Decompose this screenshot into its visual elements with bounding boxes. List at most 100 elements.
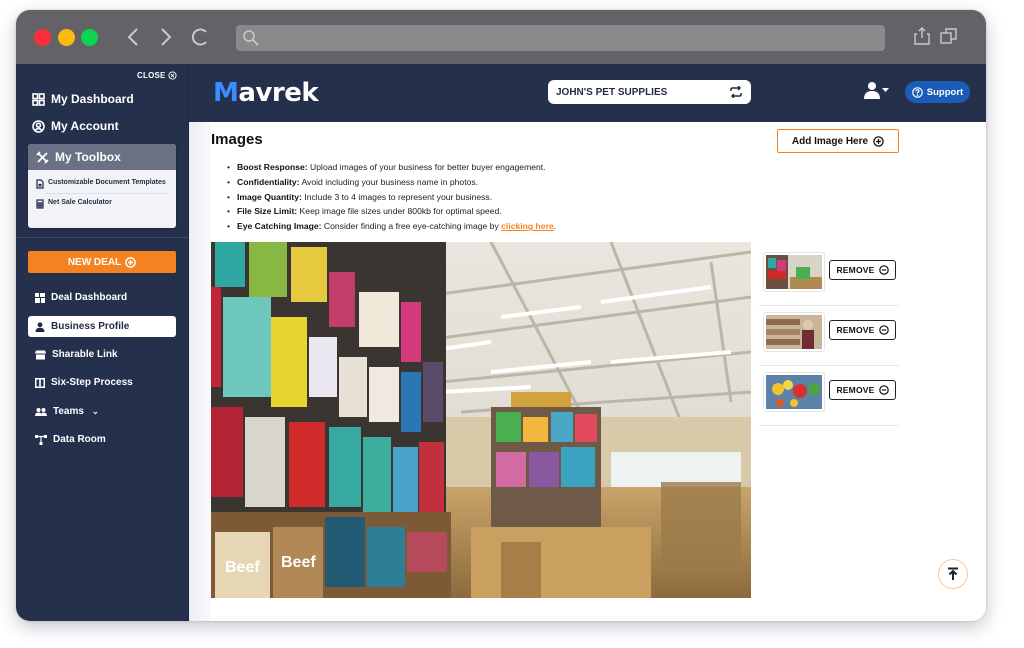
toolbox-item-net-sale-calculator[interactable]: Net Sale Calculator [36, 198, 168, 209]
user-icon [35, 321, 45, 332]
toolbox-item-label: Net Sale Calculator [48, 199, 112, 206]
chevron-down-icon: ⌄ [91, 407, 99, 416]
thumbnail-image[interactable] [763, 372, 825, 412]
plus-circle-icon [125, 256, 137, 268]
switch-icon [730, 86, 742, 98]
scroll-to-top-button[interactable] [938, 559, 968, 589]
close-window-button[interactable] [34, 29, 51, 46]
store-photo-illustration: Beef Beef [211, 242, 751, 598]
toolbox-panel: My Toolbox Customizable Document Templat… [28, 144, 176, 228]
tip-heading: Confidentiality: [237, 176, 300, 187]
maximize-window-button[interactable] [81, 29, 98, 46]
main-image[interactable]: Beef Beef [211, 242, 751, 598]
close-label: CLOSE [137, 71, 166, 80]
minus-circle-icon [878, 325, 889, 335]
caret-down-icon [882, 87, 889, 92]
page-title: Images [211, 131, 263, 148]
forward-icon[interactable] [154, 24, 178, 50]
logo-text: avrek [238, 78, 319, 108]
new-deal-label: NEW DEAL [67, 256, 122, 268]
sidebar-item-label: My Account [51, 119, 119, 133]
new-deal-button[interactable]: NEW DEAL [28, 251, 176, 273]
tabs-icon[interactable] [939, 26, 961, 48]
store-icon [35, 350, 46, 359]
sidebar-item-label: Deal Dashboard [51, 292, 128, 303]
add-image-label: Add Image Here [791, 135, 869, 147]
close-circle-icon [168, 71, 177, 80]
tip-heading: Eye Catching Image: [237, 221, 322, 232]
tip-item: Confidentiality: Avoid including your bu… [225, 175, 556, 190]
sidebar-item-label: My Dashboard [51, 92, 134, 106]
account-circle-icon [32, 119, 45, 133]
store-selector[interactable]: JOHN'S PET SUPPLIES [548, 80, 751, 104]
minimize-window-button[interactable] [58, 29, 75, 46]
share-icon[interactable] [913, 26, 935, 48]
tools-icon [36, 150, 49, 164]
tip-text: . [553, 221, 557, 232]
add-image-button[interactable]: Add Image Here [777, 129, 899, 153]
tip-text: Upload images of your business for bette… [307, 162, 546, 172]
mavrek-logo[interactable]: Mavrek [213, 78, 319, 108]
clicking-here-link[interactable]: clicking here [501, 221, 554, 231]
minus-circle-icon [878, 265, 889, 275]
address-bar[interactable] [236, 25, 885, 51]
tip-text: Keep image file sizes under 800kb for op… [297, 206, 502, 217]
user-menu-button[interactable] [863, 81, 889, 99]
sidebar-item-deal-dashboard[interactable]: Deal Dashboard [28, 287, 176, 308]
tip-item: Image Quantity: Include 3 to 4 images to… [225, 190, 556, 205]
tip-heading: Image Quantity: [237, 191, 302, 202]
content-shadow [189, 122, 211, 621]
divider [45, 193, 168, 194]
toolbox-item-document-templates[interactable]: Customizable Document Templates [36, 178, 168, 189]
app-header: Mavrek JOHN'S PET SUPPLIES Support [189, 64, 986, 122]
thumbnail-item: REMOVE [759, 246, 899, 306]
dashboard-icon [35, 292, 45, 303]
back-icon[interactable] [121, 24, 145, 50]
steps-icon [35, 377, 45, 388]
thumbnail-image[interactable] [763, 252, 825, 292]
sidebar-item-teams[interactable]: Teams ⌄ [28, 401, 176, 422]
sidebar-item-label: Six-Step Process [51, 377, 133, 388]
remove-image-button[interactable]: REMOVE [829, 320, 896, 340]
arrow-up-to-line-icon [948, 567, 958, 580]
thumbnail-image[interactable] [763, 312, 825, 352]
tip-text: Consider finding a free eye-catching ima… [321, 221, 502, 232]
tip-item: Eye Catching Image: Consider finding a f… [225, 219, 556, 234]
sidebar-divider [16, 237, 189, 238]
tip-heading: File Size Limit: [237, 206, 298, 217]
browser-toolbar [16, 10, 986, 64]
document-icon [36, 179, 44, 189]
user-account-icon [864, 82, 880, 99]
thumbnail-graphic [766, 255, 822, 289]
tip-text: Avoid including your business name in ph… [299, 176, 479, 187]
browser-window: CLOSE My Dashboard My Account My Toolbox [16, 10, 986, 621]
calculator-icon [36, 199, 44, 209]
remove-image-button[interactable]: REMOVE [829, 260, 896, 280]
svg-text:Beef: Beef [225, 559, 260, 576]
help-circle-icon [911, 86, 923, 98]
toolbox-header[interactable]: My Toolbox [28, 144, 176, 170]
dashboard-grid-icon [32, 92, 45, 106]
sidebar-item-six-step-process[interactable]: Six-Step Process [28, 372, 176, 393]
remove-image-button[interactable]: REMOVE [829, 380, 896, 400]
svg-text:Beef: Beef [281, 554, 316, 571]
sidebar-item-sharable-link[interactable]: Sharable Link [28, 344, 176, 365]
sidebar-item-data-room[interactable]: Data Room [28, 429, 176, 450]
thumbnail-item: REMOVE [759, 306, 899, 366]
toolbox-label: My Toolbox [55, 150, 121, 164]
sidebar-item-my-account[interactable]: My Account [32, 119, 119, 133]
sidebar-item-label: Teams [53, 406, 84, 417]
remove-label: REMOVE [836, 385, 875, 395]
sidebar-item-my-dashboard[interactable]: My Dashboard [32, 92, 134, 106]
image-tips-list: Boost Response: Upload images of your bu… [225, 160, 556, 234]
tip-heading: Boost Response: [237, 162, 308, 172]
sidebar-item-label: Business Profile [51, 321, 130, 332]
sidebar-close-button[interactable]: CLOSE [137, 71, 177, 80]
sidebar-item-label: Data Room [53, 434, 106, 445]
tip-item: Boost Response: Upload images of your bu… [225, 160, 556, 175]
sidebar-item-business-profile[interactable]: Business Profile [28, 316, 176, 337]
reload-icon[interactable] [188, 24, 212, 50]
toolbox-item-label: Customizable Document Templates [48, 179, 166, 186]
remove-label: REMOVE [836, 265, 875, 275]
support-button[interactable]: Support [905, 81, 970, 103]
